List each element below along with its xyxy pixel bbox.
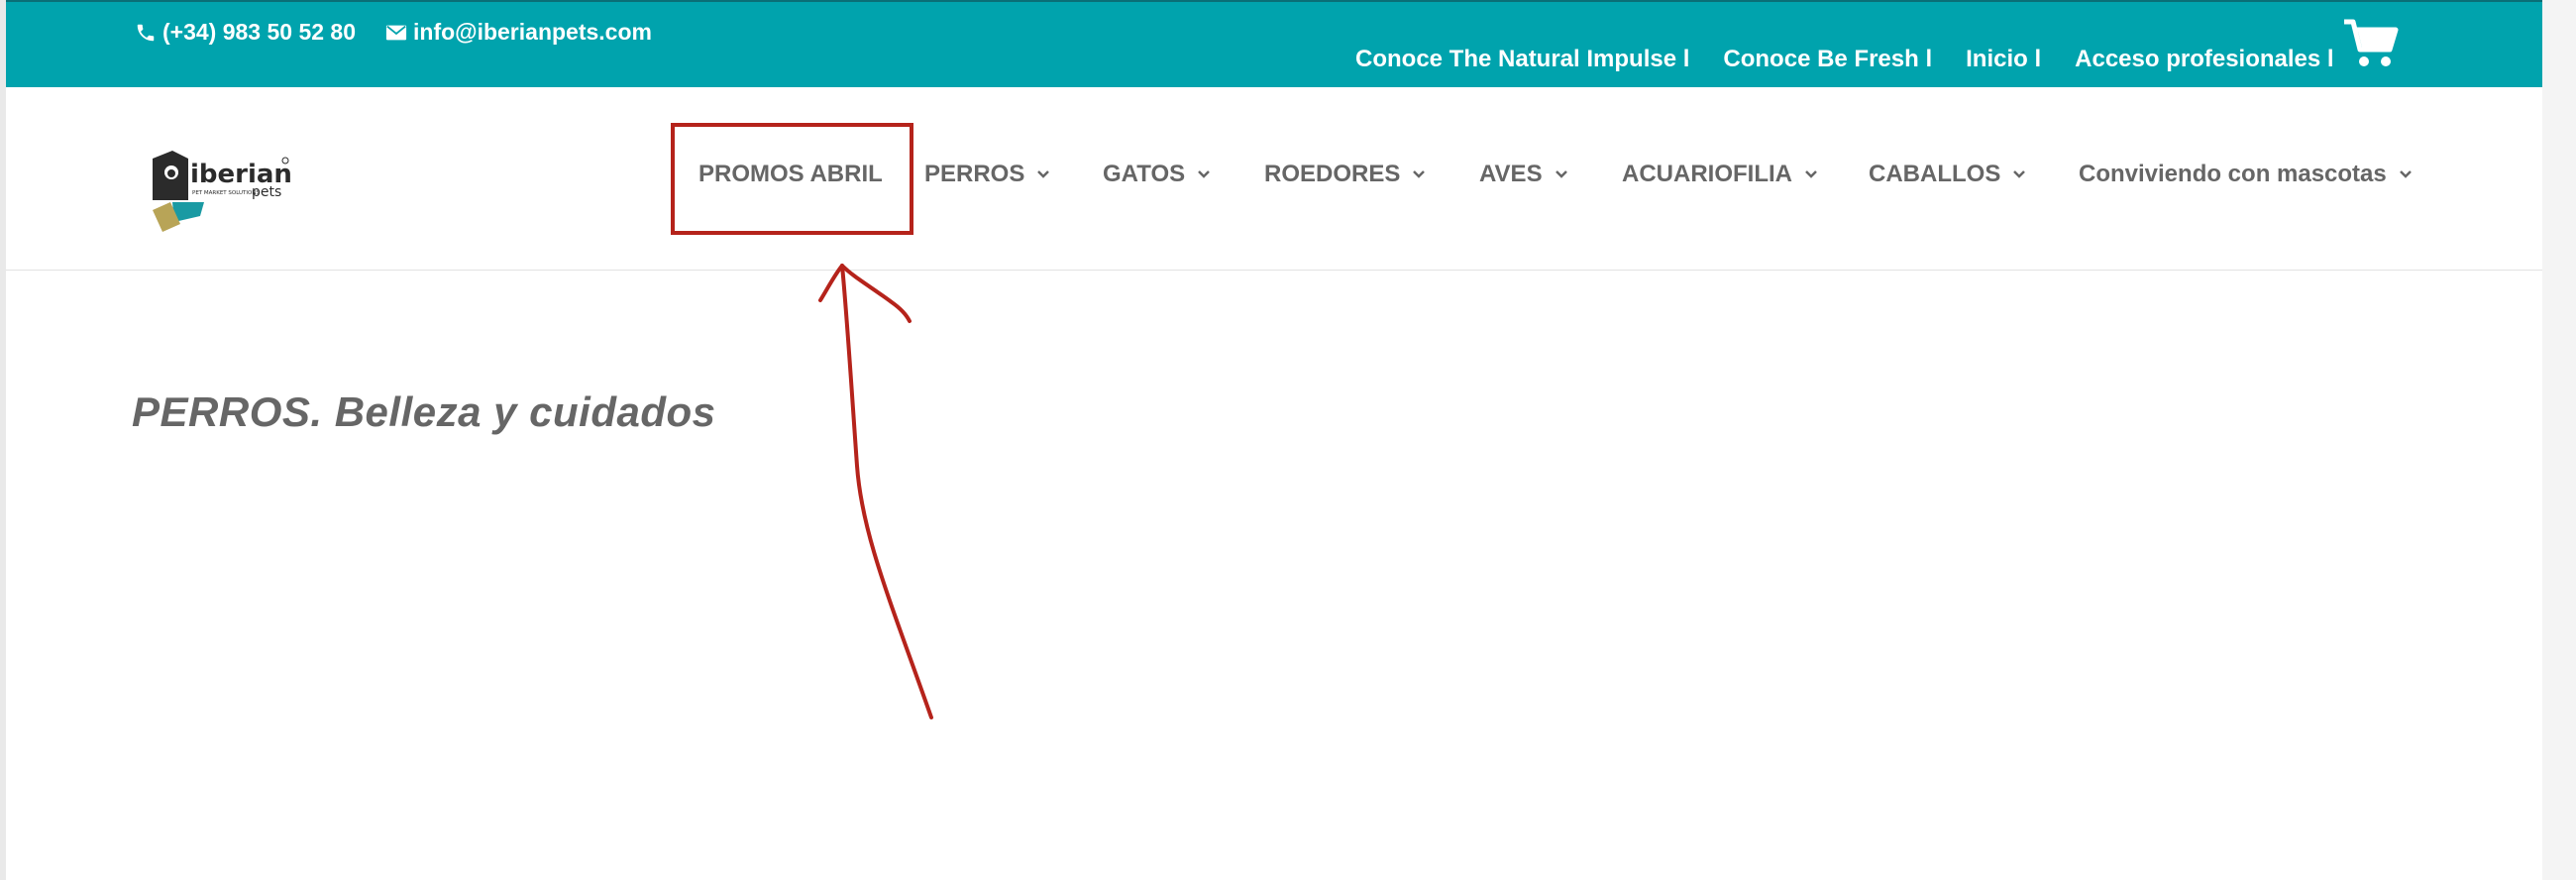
toplink-be-fresh[interactable]: Conoce Be Fresh l bbox=[1723, 46, 1932, 73]
nav-item-perros[interactable]: PERROS bbox=[924, 161, 1050, 188]
nav-label: ROEDORES bbox=[1264, 161, 1401, 187]
chevron-down-icon bbox=[1805, 170, 1817, 178]
top-links: Conoce The Natural Impulse l Conoce Be F… bbox=[1355, 46, 2334, 73]
email-contact[interactable]: info@iberianpets.com bbox=[385, 19, 652, 46]
nav-item-acuariofilia[interactable]: ACUARIOFILIA bbox=[1622, 161, 1818, 188]
chevron-down-icon bbox=[1037, 170, 1050, 178]
arrow-head-icon bbox=[818, 264, 912, 323]
cart-button[interactable] bbox=[2342, 18, 2400, 74]
nav-label: CABALLOS bbox=[1869, 161, 2001, 187]
chevron-down-icon bbox=[1555, 170, 1567, 178]
email-address: info@iberianpets.com bbox=[413, 19, 652, 45]
top-bar: (+34) 983 50 52 80 info@iberianpets.com … bbox=[6, 0, 2542, 87]
envelope-icon bbox=[385, 25, 407, 40]
nav-item-promos-abril[interactable]: PROMOS ABRIL bbox=[698, 161, 883, 188]
nav-label: ACUARIOFILIA bbox=[1622, 161, 1792, 187]
annotation-arrow bbox=[840, 264, 933, 719]
nav-label: AVES bbox=[1479, 161, 1543, 187]
page-title: PERROS. Belleza y cuidados bbox=[132, 388, 716, 435]
nav-item-aves[interactable]: AVES bbox=[1479, 161, 1568, 188]
scrollbar-track[interactable] bbox=[2542, 0, 2576, 880]
toplink-natural-impulse[interactable]: Conoce The Natural Impulse l bbox=[1355, 46, 1689, 73]
chevron-down-icon bbox=[2399, 170, 2412, 178]
nav-item-conviviendo[interactable]: Conviviendo con mascotas bbox=[2079, 161, 2413, 188]
cart-icon bbox=[2344, 19, 2399, 66]
chevron-down-icon bbox=[1413, 170, 1426, 178]
toplink-inicio[interactable]: Inicio l bbox=[1966, 46, 2041, 73]
phone-number: (+34) 983 50 52 80 bbox=[162, 19, 357, 45]
chevron-down-icon bbox=[2013, 170, 2026, 178]
nav-label: PROMOS ABRIL bbox=[698, 161, 883, 187]
nav-item-roedores[interactable]: ROEDORES bbox=[1264, 161, 1426, 188]
nav-item-gatos[interactable]: GATOS bbox=[1103, 161, 1211, 188]
nav-label: Conviviendo con mascotas bbox=[2079, 161, 2387, 187]
main-nav: PROMOS ABRIL PERROS GATOS ROEDORES AVES … bbox=[6, 161, 2542, 200]
main-header: iberian pets PET MARKET SOLUTIONS PROMOS… bbox=[6, 87, 2542, 271]
toplink-acceso-profesionales[interactable]: Acceso profesionales l bbox=[2075, 46, 2333, 73]
phone-contact[interactable]: (+34) 983 50 52 80 bbox=[135, 19, 356, 46]
nav-item-caballos[interactable]: CABALLOS bbox=[1869, 161, 2026, 188]
phone-icon bbox=[137, 24, 155, 41]
chevron-down-icon bbox=[1198, 170, 1211, 178]
nav-label: GATOS bbox=[1103, 161, 1186, 187]
nav-label: PERROS bbox=[924, 161, 1025, 187]
